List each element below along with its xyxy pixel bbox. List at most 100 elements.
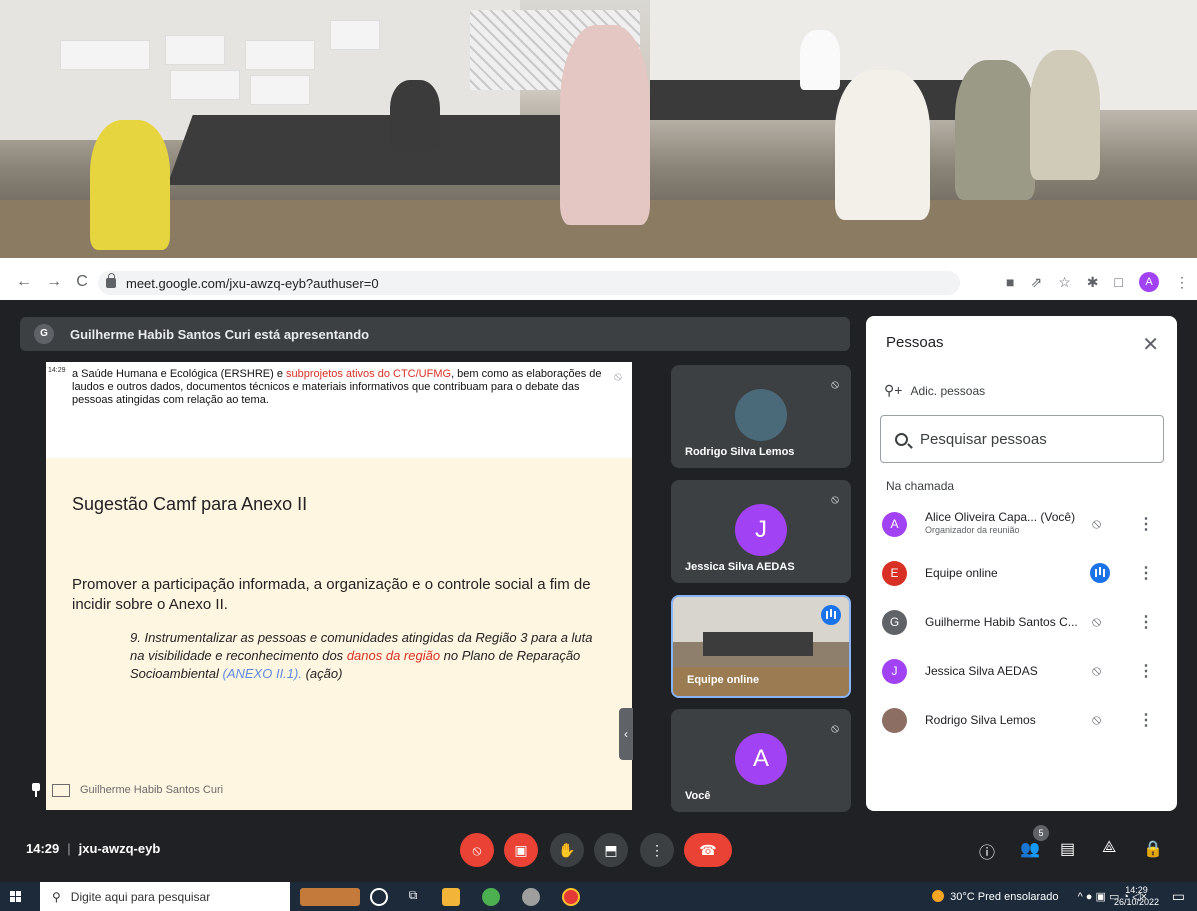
participant-tile-self[interactable]: ⦸ A Você xyxy=(671,709,851,812)
chrome-active-icon[interactable] xyxy=(562,888,580,906)
participant-name: Jessica Silva AEDAS xyxy=(925,664,1038,678)
taskbar-search-input[interactable]: ⚲ Digite aqui para pesquisar xyxy=(40,882,290,911)
slide-tiny-header: 14:29 xyxy=(48,367,66,374)
participant-tile-jessica[interactable]: ⦸ J Jessica Silva AEDAS xyxy=(671,480,851,583)
camera-toggle-button[interactable]: ▣ xyxy=(504,833,538,867)
file-explorer-icon[interactable] xyxy=(442,888,460,906)
mic-off-icon: ⦸ xyxy=(831,721,839,735)
presenter-label: Guilherme Habib Santos Curi xyxy=(30,783,223,797)
mic-off-icon: ⦸ xyxy=(1092,711,1102,727)
reload-icon[interactable]: C xyxy=(70,273,94,291)
list-item[interactable]: Rodrigo Silva Lemos ⦸ ⋮ xyxy=(866,696,1177,745)
participant-name: Equipe online xyxy=(925,566,998,580)
weather-icon xyxy=(932,890,945,902)
list-item[interactable]: E Equipe online ⋮ xyxy=(866,549,1177,598)
people-icon[interactable]: 👥 xyxy=(1020,839,1040,859)
extensions-icon[interactable]: ✱ xyxy=(1087,274,1099,291)
side-panel-icon[interactable]: □ xyxy=(1115,274,1123,290)
camera-icon[interactable]: ■ xyxy=(1006,274,1014,290)
taskbar-clock[interactable]: 14:29 26/10/2022 xyxy=(1114,884,1159,908)
leave-call-button[interactable]: ☎ xyxy=(684,833,732,867)
slide-item: 9. Instrumentalizar as pessoas e comunid… xyxy=(72,629,632,683)
cortana-icon[interactable] xyxy=(370,888,388,906)
tile-name: Você xyxy=(685,790,711,802)
mic-off-icon: ⦸ xyxy=(1092,662,1102,678)
more-options-icon[interactable]: ⋮ xyxy=(1138,514,1154,534)
more-options-icon[interactable]: ⋮ xyxy=(1138,563,1154,583)
meeting-details-icon[interactable]: ⓘ xyxy=(979,839,995,863)
more-options-icon[interactable]: ⋮ xyxy=(1138,612,1154,632)
present-button[interactable]: ⬒ xyxy=(594,833,628,867)
mic-off-icon: ⦸ xyxy=(831,492,839,506)
present-screen-icon xyxy=(52,783,70,797)
avatar: J xyxy=(882,659,907,684)
raise-hand-button[interactable]: ✋ xyxy=(550,833,584,867)
list-item[interactable]: J Jessica Silva AEDAS ⦸ ⋮ xyxy=(866,647,1177,696)
browser-menu-icon[interactable]: ⋮ xyxy=(1175,274,1189,291)
mic-off-icon: ⦸ xyxy=(1092,613,1102,629)
share-icon[interactable]: ⇗ xyxy=(1031,274,1043,291)
bookmark-star-icon[interactable]: ☆ xyxy=(1058,274,1071,291)
forward-icon[interactable]: → xyxy=(42,273,66,291)
meeting-code: jxu-awzq-eyb xyxy=(78,841,161,856)
more-options-icon[interactable]: ⋮ xyxy=(1138,661,1154,681)
taskbar-time: 14:29 xyxy=(1125,885,1148,895)
close-icon[interactable]: ✕ xyxy=(1142,332,1159,357)
add-people-button[interactable]: ⚲+ Adic. pessoas xyxy=(884,382,985,399)
list-item[interactable]: G Guilherme Habib Santos C... ⦸ ⋮ xyxy=(866,598,1177,647)
avatar-photo xyxy=(882,708,907,733)
slide-item-red: danos da região xyxy=(346,648,441,663)
add-person-icon: ⚲+ xyxy=(884,382,903,398)
slide-title: Sugestão Camf para Anexo II xyxy=(72,494,308,514)
presenter-name-label: Guilherme Habib Santos Curi xyxy=(80,784,224,796)
people-panel: Pessoas ✕ ⚲+ Adic. pessoas Pesquisar pes… xyxy=(866,316,1177,811)
search-icon: ⚲ xyxy=(52,889,61,904)
news-widget-icon[interactable] xyxy=(300,888,360,906)
participant-tile-rodrigo[interactable]: ⦸ Rodrigo Silva Lemos xyxy=(671,365,851,468)
meet-window: G Guilherme Habib Santos Curi está apres… xyxy=(0,300,1197,882)
avatar: A xyxy=(735,733,787,785)
avatar: A xyxy=(882,512,907,537)
pin-icon[interactable] xyxy=(30,783,42,797)
more-options-button[interactable]: ⋮ xyxy=(640,833,674,867)
mic-off-icon: ⦸ xyxy=(831,377,839,391)
search-icon xyxy=(895,432,908,446)
search-placeholder: Pesquisar pessoas xyxy=(920,430,1047,448)
chat-icon[interactable]: ▤ xyxy=(1060,839,1075,859)
slide-top-text: a Saúde Humana e Ecológica (ERSHRE) e xyxy=(72,368,286,380)
slide-main-text: Promover a participação informada, a org… xyxy=(72,576,591,613)
participant-list: A Alice Oliveira Capa... (Você) Organiza… xyxy=(866,500,1177,745)
slide-top-section: 14:29 a Saúde Humana e Ecológica (ERSHRE… xyxy=(46,362,632,452)
back-icon[interactable]: ← xyxy=(12,273,36,291)
profile-avatar[interactable]: A xyxy=(1139,272,1159,292)
task-view-icon[interactable]: ⧉ xyxy=(404,888,422,906)
people-panel-title: Pessoas xyxy=(886,334,944,351)
host-controls-icon[interactable]: 🔒 xyxy=(1143,839,1163,859)
chrome-icon[interactable] xyxy=(482,888,500,906)
collapse-tiles-button[interactable]: ‹ xyxy=(619,708,633,760)
mic-toggle-button[interactable]: ⦸ xyxy=(460,833,494,867)
activities-icon[interactable]: ⟁ xyxy=(1102,839,1116,857)
avatar-photo xyxy=(735,389,787,441)
address-bar[interactable]: meet.google.com/jxu-awzq-eyb?authuser=0 xyxy=(98,271,960,295)
participant-tile-equipe[interactable]: Equipe online xyxy=(671,595,851,698)
tile-name: Equipe online xyxy=(687,674,760,686)
presenter-avatar: G xyxy=(34,324,54,344)
presenter-banner: G Guilherme Habib Santos Curi está apres… xyxy=(20,317,850,351)
in-call-label: Na chamada xyxy=(886,479,955,493)
participant-name: Guilherme Habib Santos C... xyxy=(925,615,1078,629)
mic-off-icon: ⦸ xyxy=(614,369,622,383)
windows-start-icon[interactable] xyxy=(10,891,22,903)
participant-name: Alice Oliveira Capa... (Você) xyxy=(925,510,1076,524)
tile-name: Rodrigo Silva Lemos xyxy=(685,446,795,458)
list-item[interactable]: A Alice Oliveira Capa... (Você) Organiza… xyxy=(866,500,1177,549)
search-people-input[interactable]: Pesquisar pessoas xyxy=(880,415,1164,463)
notifications-icon[interactable]: ▭ xyxy=(1172,888,1185,905)
add-people-label: Adic. pessoas xyxy=(910,383,986,398)
browser-toolbar: ← → C meet.google.com/jxu-awzq-eyb?authu… xyxy=(0,268,1197,298)
more-options-icon[interactable]: ⋮ xyxy=(1138,710,1154,730)
meeting-time: 14:29 xyxy=(26,841,60,856)
app-icon[interactable] xyxy=(522,888,540,906)
lock-icon xyxy=(106,273,116,288)
taskbar-search-placeholder: Digite aqui para pesquisar xyxy=(70,889,211,904)
